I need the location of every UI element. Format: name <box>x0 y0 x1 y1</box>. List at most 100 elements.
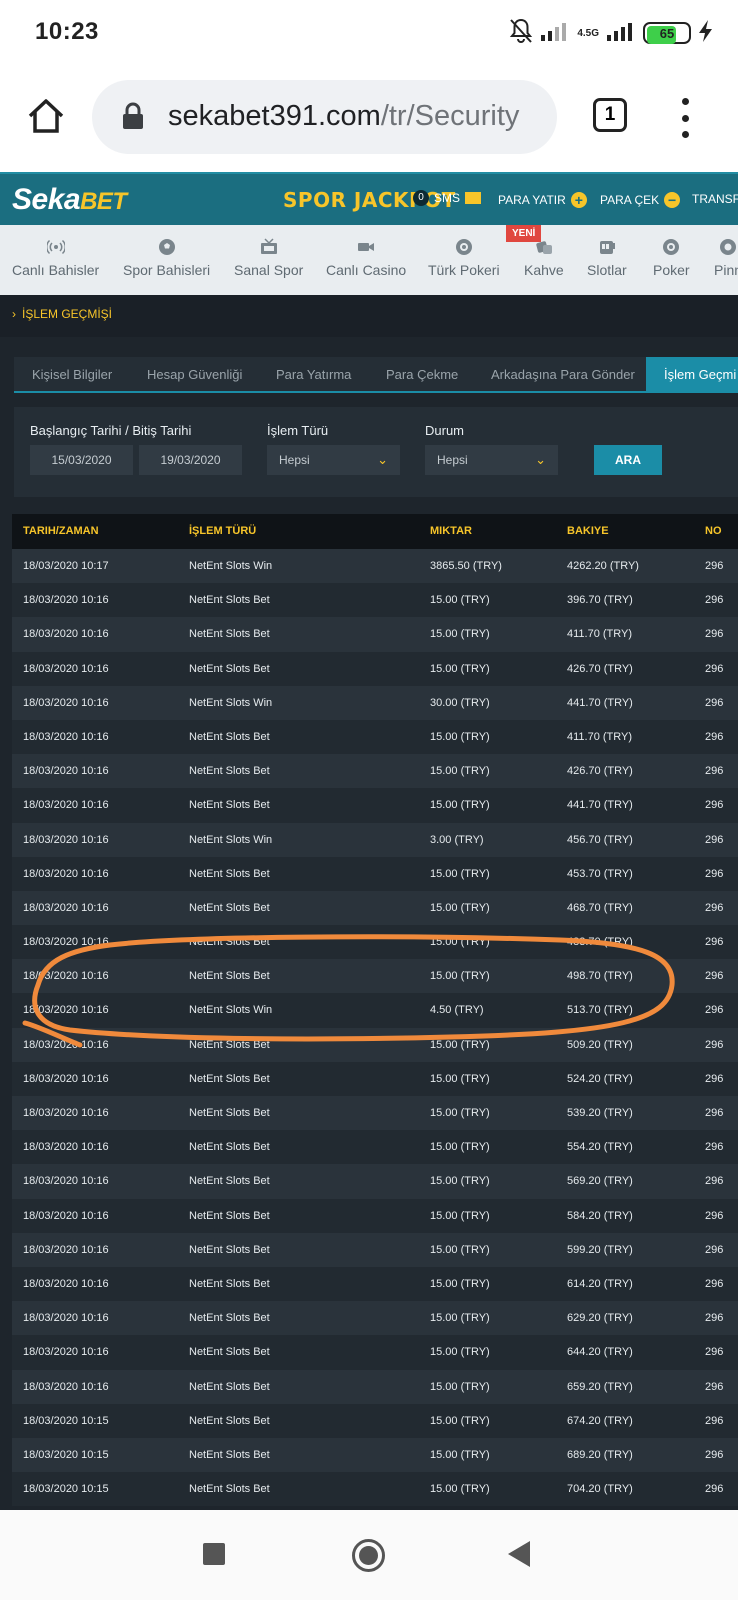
nav-pinnacle[interactable]: Pinn <box>714 225 738 295</box>
table-row: 18/03/2020 10:16 NetEnt Slots Bet 15.00 (T… <box>12 925 738 960</box>
cell-no: 296 <box>705 1346 724 1359</box>
cell-type: NetEnt Slots Bet <box>189 1448 270 1461</box>
cell-date: 18/03/2020 10:16 <box>23 1380 109 1393</box>
cell-type: NetEnt Slots Win <box>189 1004 273 1017</box>
cell-amount: 15.00 (TRY) <box>430 1448 490 1461</box>
nav-poker[interactable]: Poker <box>653 225 690 295</box>
tab-switcher-button[interactable]: 1 <box>593 98 627 132</box>
transaction-type-select[interactable]: Hepsi ⌄ <box>267 445 400 475</box>
cell-type: NetEnt Slots Bet <box>189 1243 270 1256</box>
cell-amount: 15.00 (TRY) <box>430 1414 490 1427</box>
cell-no: 296 <box>705 560 724 572</box>
home-system-button[interactable] <box>352 1539 385 1572</box>
cell-type: NetEnt Slots Bet <box>189 594 270 607</box>
cell-type: NetEnt Slots Win <box>189 696 273 709</box>
site-logo[interactable]: SekaBET <box>12 183 127 217</box>
column-header-type[interactable]: İŞLEM TÜRÜ <box>189 514 256 549</box>
transfer-link[interactable]: TRANSFE <box>692 192 738 206</box>
deposit-link[interactable]: PARA YATIR + <box>498 192 587 208</box>
lock-icon <box>122 102 144 135</box>
cell-amount: 15.00 (TRY) <box>430 970 490 983</box>
withdraw-link[interactable]: PARA ÇEK − <box>600 192 681 208</box>
cell-no: 296 <box>705 1038 724 1051</box>
nav-turk-pokeri[interactable]: Türk Pokeri <box>428 225 500 295</box>
slot-machine-icon <box>599 241 615 254</box>
home-button[interactable] <box>26 96 66 136</box>
status-select[interactable]: Hepsi ⌄ <box>425 445 558 475</box>
cell-type: NetEnt Slots Bet <box>189 970 270 983</box>
cell-no: 296 <box>705 1004 724 1017</box>
cell-balance: 483.70 (TRY) <box>567 936 633 949</box>
tab-hesap-guvenligi[interactable]: Hesap Güvenliği <box>147 357 242 393</box>
main-nav: Canlı Bahisler Spor Bahisleri Sanal Spor… <box>0 225 738 295</box>
site-header: SekaBET SPOR JACKPOT 0 SMS PARA YATIR + … <box>0 172 738 225</box>
date-range-label: Başlangıç Tarihi / Bitiş Tarihi <box>30 423 192 438</box>
cell-amount: 30.00 (TRY) <box>430 696 490 709</box>
nav-slotlar[interactable]: Slotlar <box>587 225 627 295</box>
cell-balance: 468.70 (TRY) <box>567 901 633 914</box>
search-button[interactable]: ARA <box>594 445 662 475</box>
cell-amount: 15.00 (TRY) <box>430 730 490 743</box>
table-row: 18/03/2020 10:16 NetEnt Slots Win 3.00 (TR… <box>12 822 738 857</box>
nav-spor-bahisleri[interactable]: Spor Bahisleri <box>123 225 210 295</box>
minus-circle-icon: − <box>664 192 681 208</box>
cell-date: 18/03/2020 10:15 <box>23 1414 109 1427</box>
recent-apps-button[interactable] <box>203 1543 225 1565</box>
tab-islem-gecmisi[interactable]: İşlem Geçmi <box>646 357 738 393</box>
cell-no: 296 <box>705 833 724 846</box>
cell-no: 296 <box>705 799 724 812</box>
cell-date: 18/03/2020 10:16 <box>23 730 109 743</box>
cell-date: 18/03/2020 10:15 <box>23 1483 109 1496</box>
nav-sanal-spor[interactable]: Sanal Spor <box>234 225 303 295</box>
cell-amount: 4.50 (TRY) <box>430 1004 484 1017</box>
cell-type: NetEnt Slots Bet <box>189 1038 270 1051</box>
column-header-balance[interactable]: BAKIYE <box>567 514 609 549</box>
cell-date: 18/03/2020 10:16 <box>23 901 109 914</box>
tab-para-cekme[interactable]: Para Çekme <box>386 357 458 393</box>
cell-amount: 15.00 (TRY) <box>430 1243 490 1256</box>
cell-amount: 15.00 (TRY) <box>430 1312 490 1325</box>
address-bar[interactable]: sekabet391.com/tr/Security <box>92 80 557 154</box>
column-header-amount[interactable]: MIKTAR <box>430 514 472 549</box>
cell-balance: 498.70 (TRY) <box>567 970 633 983</box>
cell-amount: 15.00 (TRY) <box>430 799 490 812</box>
cell-type: NetEnt Slots Bet <box>189 1346 270 1359</box>
start-date-input[interactable]: 15/03/2020 <box>30 445 133 475</box>
cell-date: 18/03/2020 10:16 <box>23 1277 109 1290</box>
table-row: 18/03/2020 10:16 NetEnt Slots Win 30.00 (T… <box>12 685 738 720</box>
cell-no: 296 <box>705 936 724 949</box>
nav-canli-casino[interactable]: Canlı Casino <box>326 225 406 295</box>
table-row: 18/03/2020 10:16 NetEnt Slots Bet 15.00 (T… <box>12 651 738 686</box>
table-row: 18/03/2020 10:16 NetEnt Slots Bet 15.00 (T… <box>12 1164 738 1199</box>
back-button[interactable] <box>508 1541 530 1567</box>
cell-amount: 15.00 (TRY) <box>430 867 490 880</box>
cell-no: 296 <box>705 628 724 641</box>
breadcrumb: › İŞLEM GEÇMİŞİ <box>0 295 738 337</box>
cell-date: 18/03/2020 10:16 <box>23 1107 109 1119</box>
tab-kisisel-bilgiler[interactable]: Kişisel Bilgiler <box>32 357 112 393</box>
cell-date: 18/03/2020 10:16 <box>23 1004 109 1017</box>
tab-para-yatirma[interactable]: Para Yatırma <box>276 357 351 393</box>
cell-amount: 15.00 (TRY) <box>430 1141 490 1154</box>
cell-balance: 674.20 (TRY) <box>567 1414 633 1427</box>
cell-type: NetEnt Slots Bet <box>189 799 270 812</box>
column-header-no[interactable]: NO <box>705 514 722 549</box>
cell-date: 18/03/2020 10:16 <box>23 936 109 949</box>
cell-amount: 15.00 (TRY) <box>430 1346 490 1359</box>
overflow-menu-button[interactable] <box>676 98 694 138</box>
cell-date: 18/03/2020 10:16 <box>23 628 109 641</box>
table-row: 18/03/2020 10:16 NetEnt Slots Bet 15.00 (T… <box>12 1027 738 1062</box>
cell-balance: 554.20 (TRY) <box>567 1141 633 1154</box>
cell-no: 296 <box>705 1243 724 1256</box>
column-header-date[interactable]: TARIH/ZAMAN <box>23 514 99 549</box>
tab-arkadasina-para-gonder[interactable]: Arkadaşına Para Gönder <box>491 357 635 393</box>
table-row: 18/03/2020 10:16 NetEnt Slots Bet 15.00 (T… <box>12 1061 738 1096</box>
cell-amount: 15.00 (TRY) <box>430 1277 490 1290</box>
cell-no: 296 <box>705 1448 724 1461</box>
sms-link[interactable]: 0 SMS <box>413 190 482 206</box>
cell-no: 296 <box>705 1414 724 1427</box>
cell-balance: 411.70 (TRY) <box>567 628 633 641</box>
end-date-input[interactable]: 19/03/2020 <box>139 445 242 475</box>
table-row: 18/03/2020 10:16 NetEnt Slots Bet 15.00 (T… <box>12 1198 738 1233</box>
nav-canli-bahisler[interactable]: Canlı Bahisler <box>12 225 99 295</box>
